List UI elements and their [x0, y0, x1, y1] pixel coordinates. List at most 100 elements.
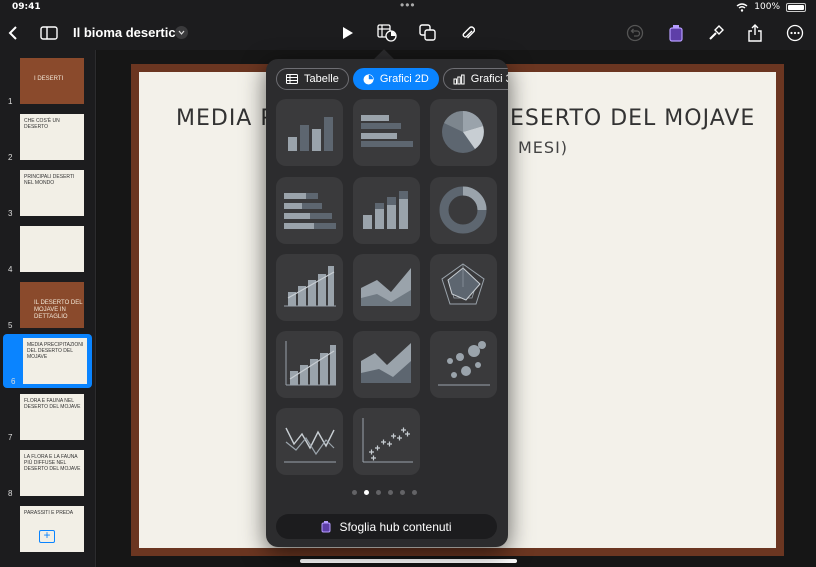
table-icon	[286, 74, 298, 84]
column-trend-chart-tile[interactable]	[276, 254, 343, 321]
area-chart-tile[interactable]	[353, 254, 420, 321]
tab-grafici-2d-label: Grafici 2D	[379, 73, 429, 85]
area-chart-icon	[361, 268, 411, 306]
multitasking-dots-icon[interactable]: •••	[400, 0, 416, 12]
page-dot[interactable]	[388, 490, 393, 495]
slide-thumbnail[interactable]: LA FLORA E LA FAUNA PIÙ DIFFUSE NEL DESE…	[20, 450, 84, 496]
tab-tabelle-label: Tabelle	[304, 73, 339, 85]
format-brush-icon[interactable]	[703, 20, 729, 46]
column-chart-tile[interactable]	[276, 99, 343, 166]
line-chart-tile[interactable]	[276, 408, 343, 475]
bubble-chart-tile[interactable]	[430, 331, 497, 398]
stacked-bar-chart-tile[interactable]	[276, 177, 343, 244]
add-slide-icon[interactable]: +	[39, 529, 55, 543]
slide-thumbnail-row[interactable]: 7 FLORA E FAUNA NEL DESERTO DEL MOJAVE	[0, 390, 95, 444]
column-axis-chart-tile[interactable]	[276, 331, 343, 398]
slide-thumbnail[interactable]: IL DESERTO DEL MOJAVE IN DETTAGLIO	[20, 282, 84, 328]
page-indicator[interactable]	[352, 490, 417, 495]
tab-tabelle[interactable]: Tabelle	[276, 68, 349, 90]
slide-title-right[interactable]: ESERTO DEL MOJAVE	[510, 106, 755, 131]
slide-thumbnail-row[interactable]: 4	[0, 222, 95, 276]
shapes-icon[interactable]	[415, 20, 441, 46]
sidebar-icon[interactable]	[36, 20, 62, 46]
back-chevron-icon[interactable]	[0, 20, 26, 46]
slide-thumbnail-row[interactable]: 2 CHE COS'È UN DESERTO	[0, 110, 95, 164]
radar-chart-tile[interactable]	[430, 254, 497, 321]
battery-icon	[786, 2, 806, 12]
slide-thumbnail-row[interactable]: 5 IL DESERTO DEL MOJAVE IN DETTAGLIO	[0, 278, 95, 332]
scatter-chart-tile[interactable]	[353, 408, 420, 475]
slide-thumbnail-row[interactable]: 3 PRINCIPALI DESERTI NEL MONDO	[0, 166, 95, 220]
column-trend-chart-icon	[284, 266, 336, 307]
page-dot[interactable]	[376, 490, 381, 495]
slide-number: 1	[8, 97, 13, 106]
tab-grafici-2d[interactable]: Grafici 2D	[352, 68, 439, 90]
slide-thumbnail-title: CHE COS'È UN DESERTO	[24, 118, 60, 130]
slide-thumbnail-title: I DESERTI	[34, 76, 64, 82]
slide-thumbnail-row[interactable]: 1 I DESERTI	[0, 54, 95, 108]
wifi-icon	[736, 2, 748, 12]
share-icon[interactable]	[742, 20, 768, 46]
app-window: 09:41 ••• 100% Il bioma desertico 1 I DE…	[0, 0, 816, 567]
donut-chart-icon	[439, 186, 487, 234]
stacked-bar-chart-icon	[284, 193, 336, 229]
slide-thumbnail[interactable]: PRINCIPALI DESERTI NEL MONDO	[20, 170, 84, 216]
bar-chart-tile[interactable]	[353, 99, 420, 166]
stacked-column-chart-icon	[363, 191, 408, 229]
scatter-chart-icon	[362, 418, 413, 463]
content-hub-label: Sfoglia hub contenuti	[339, 519, 452, 534]
slide-thumbnail-title: IL DESERTO DEL MOJAVE IN DETTAGLIO	[34, 300, 83, 321]
donut-chart-tile[interactable]	[430, 177, 497, 244]
column-axis-chart-icon	[285, 341, 336, 386]
tab-grafici-3d-label: Grafici 3	[470, 73, 508, 85]
stacked-area-chart-icon	[361, 343, 411, 383]
status-right: 100%	[736, 2, 806, 12]
slide-thumbnail-title: PRINCIPALI DESERTI NEL MONDO	[24, 174, 75, 186]
status-bar: 09:41 ••• 100%	[0, 0, 816, 16]
slide-thumbnail[interactable]: MEDIA PRECIPITAZIONI DEL DESERTO DEL MOJ…	[23, 338, 87, 384]
column-chart-icon	[288, 117, 333, 151]
insert-chart-icon[interactable]	[374, 20, 400, 46]
tab-grafici-3d[interactable]: Grafici 3	[442, 68, 508, 90]
slide-thumbnail[interactable]: PARASSITI E PREDA	[20, 506, 84, 552]
slide-number: 3	[8, 209, 13, 218]
slide-number: 8	[8, 489, 13, 498]
slide-thumbnail[interactable]: I DESERTI	[20, 58, 84, 104]
slide-thumbnail[interactable]: FLORA E FAUNA NEL DESERTO DEL MOJAVE	[20, 394, 84, 440]
undo-icon[interactable]	[622, 20, 648, 46]
slide-number: 4	[8, 265, 13, 274]
slide-navigator: 1 I DESERTI 2 CHE COS'È UN DESERTO 3 PRINCIPA…	[0, 50, 96, 567]
title-chevron-down-icon[interactable]	[175, 26, 188, 39]
page-dot[interactable]	[364, 490, 369, 495]
pie-chart-tile[interactable]	[430, 99, 497, 166]
pie-chart-icon	[442, 110, 484, 153]
page-dot[interactable]	[352, 490, 357, 495]
battery-percent: 100%	[754, 2, 780, 12]
play-icon[interactable]	[335, 20, 361, 46]
slide-thumbnail-row[interactable]: 8 LA FLORA E LA FAUNA PIÙ DIFFUSE NEL DES…	[0, 446, 95, 500]
slide-thumbnail[interactable]	[20, 226, 84, 272]
slide-thumbnail-title: PARASSITI E PREDA	[24, 510, 74, 516]
content-hub-icon	[321, 521, 331, 533]
slide-thumbnail-row[interactable]: 6 MEDIA PRECIPITAZIONI DEL DESERTO DEL MO…	[3, 334, 92, 388]
bubble-chart-icon	[438, 341, 490, 386]
home-indicator	[300, 559, 517, 563]
slide-number: 5	[8, 321, 13, 330]
page-dot[interactable]	[400, 490, 405, 495]
slide-thumbnail-title: FLORA E FAUNA NEL DESERTO DEL MOJAVE	[24, 398, 81, 410]
chart-popover: Tabelle Grafici 2D Grafici 3 Sfoglia hub…	[266, 59, 508, 547]
slide-title-left[interactable]: MEDIA P	[176, 106, 275, 131]
slide-subtitle[interactable]: MESI)	[518, 138, 568, 157]
stacked-area-chart-tile[interactable]	[353, 331, 420, 398]
document-title[interactable]: Il bioma desertico	[73, 25, 184, 40]
slide-thumbnail[interactable]: CHE COS'È UN DESERTO	[20, 114, 84, 160]
popover-tabs: Tabelle Grafici 2D Grafici 3	[276, 68, 508, 90]
content-hub-button[interactable]: Sfoglia hub contenuti	[276, 514, 497, 539]
format-panel-icon[interactable]	[663, 20, 689, 46]
paperclip-icon[interactable]	[455, 20, 481, 46]
more-icon[interactable]	[782, 20, 808, 46]
status-time: 09:41	[12, 2, 41, 12]
stacked-column-chart-tile[interactable]	[353, 177, 420, 244]
page-dot[interactable]	[412, 490, 417, 495]
slide-number: 2	[8, 153, 13, 162]
